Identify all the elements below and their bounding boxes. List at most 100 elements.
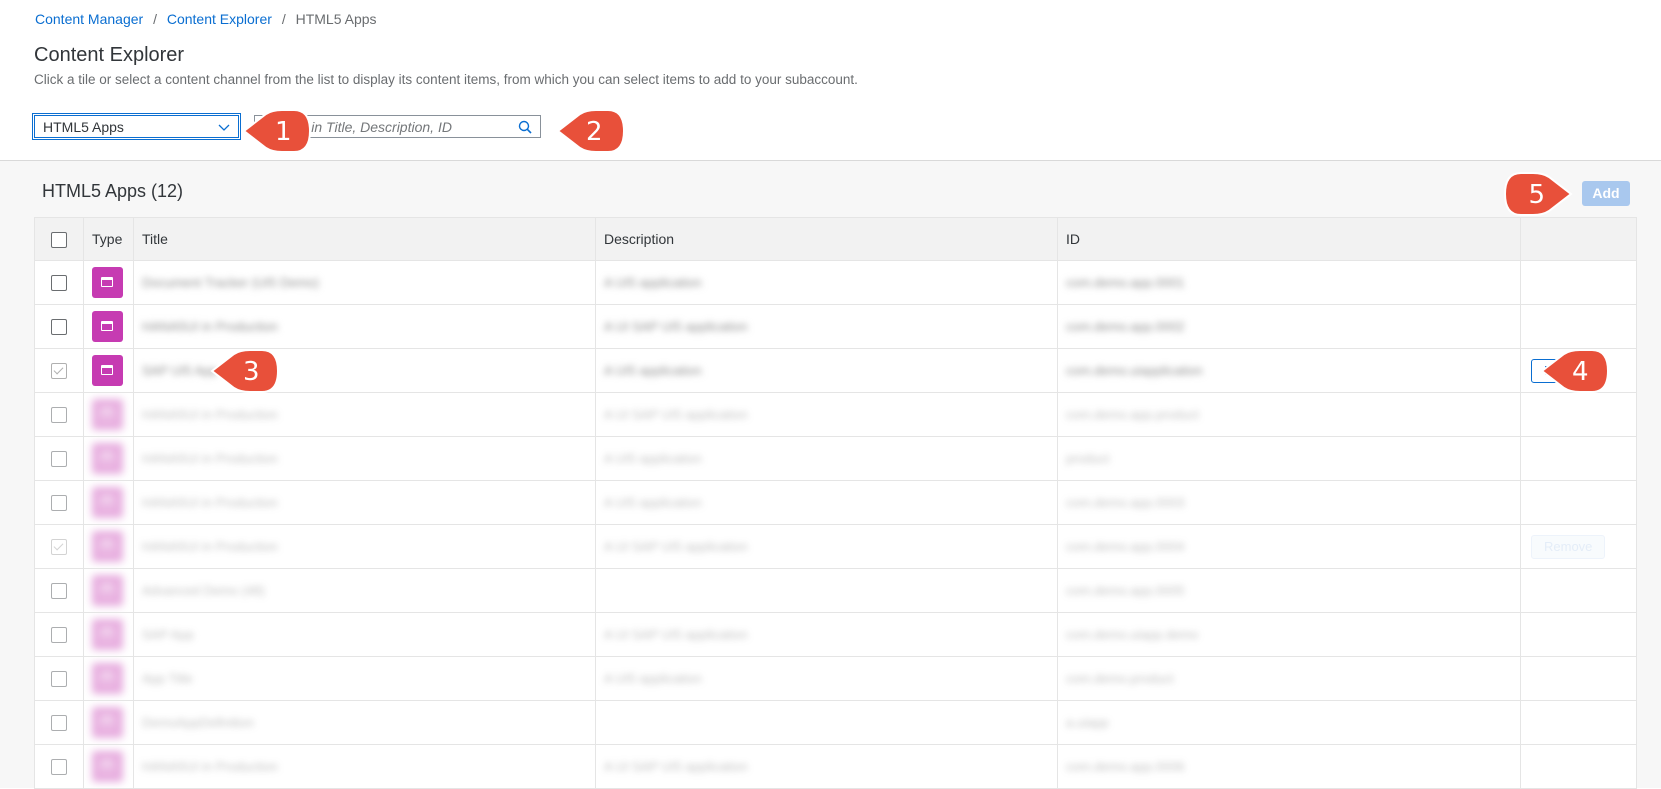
search-icon[interactable] (518, 120, 532, 134)
actions-cell (1520, 656, 1637, 701)
row-checkbox[interactable] (51, 274, 67, 291)
actions-cell (1520, 700, 1637, 745)
table-row[interactable]: App Title A UI5 application com.demo.produ… (34, 656, 1637, 701)
actions-cell (1520, 568, 1637, 613)
description-cell: A UI SAP UI5 application (595, 524, 1058, 569)
row-checkbox[interactable] (51, 362, 67, 379)
row-checkbox[interactable] (51, 758, 67, 775)
actions-cell (1520, 392, 1637, 437)
table-row[interactable]: DemoAppDefinition a.uiapp (34, 700, 1637, 745)
table-row[interactable]: SAP App A UI SAP UI5 application com.demo.… (34, 612, 1637, 657)
description-cell (595, 700, 1058, 745)
apps-table: Type Title Description ID Document Track… (34, 217, 1637, 789)
description-cell: A UI5 application (595, 480, 1058, 525)
title-cell: HANA5UI in Production (133, 304, 596, 349)
description-cell: A UI5 application (595, 656, 1058, 701)
row-checkbox[interactable] (51, 406, 67, 423)
column-header-type: Type (83, 217, 134, 261)
actions-cell (1520, 260, 1637, 305)
type-cell (83, 348, 134, 393)
description-cell: A UI SAP UI5 application (595, 744, 1058, 789)
page-title: Content Explorer (34, 44, 185, 66)
html5-app-icon (92, 399, 123, 430)
row-checkbox[interactable] (51, 670, 67, 687)
id-cell: com.demo.app.0006 (1057, 744, 1521, 789)
row-select-cell (34, 568, 84, 613)
html5-app-icon (92, 355, 123, 386)
column-header-title: Title (133, 217, 596, 261)
callout-number: 5 (1528, 180, 1545, 210)
table-row[interactable]: HANA5UI in Production A UI SAP UI5 applic… (34, 744, 1637, 789)
row-checkbox[interactable] (51, 626, 67, 643)
id-cell: com.demo.app.0004 (1057, 524, 1521, 569)
table-row[interactable]: HANA5UI in Production A UI5 application co… (34, 480, 1637, 525)
type-cell (83, 700, 134, 745)
id-cell: com.demo.app.0001 (1057, 260, 1521, 305)
row-select-cell (34, 436, 84, 481)
actions-cell (1520, 436, 1637, 481)
select-all-checkbox[interactable] (51, 231, 67, 248)
title-cell: App Title (133, 656, 596, 701)
table-header: Type Title Description ID (34, 217, 1637, 261)
row-checkbox[interactable] (51, 538, 67, 555)
row-checkbox[interactable] (51, 714, 67, 731)
title-cell: HANA5UI in Production (133, 480, 596, 525)
table-title: HTML5 Apps (12) (42, 181, 184, 201)
breadcrumb-separator: / (281, 11, 286, 27)
callout-number: 1 (275, 117, 292, 147)
title-cell: HANA5UI in Production (133, 744, 596, 789)
id-cell: product (1057, 436, 1521, 481)
title-cell: SAP App (133, 612, 596, 657)
remove-button[interactable]: Remove (1531, 534, 1606, 559)
callout-5: 5 (1503, 171, 1573, 217)
table-row[interactable]: Advanced Demo (48) com.demo.app.0005 (34, 568, 1637, 613)
id-cell: com.demo.app.0003 (1057, 480, 1521, 525)
html5-app-icon (92, 487, 123, 518)
title-cell: HANA5UI in Production (133, 524, 596, 569)
row-checkbox[interactable] (51, 318, 67, 335)
description-cell: A UI SAP UI5 application (595, 392, 1058, 437)
table-row[interactable]: HANA5UI in Production A UI SAP UI5 applic… (34, 524, 1637, 569)
table-row[interactable]: HANA5UI in Production A UI5 application pr… (34, 436, 1637, 481)
row-select-cell (34, 524, 84, 569)
id-cell: com.demo.app.0005 (1057, 568, 1521, 613)
type-cell (83, 612, 134, 657)
table-row[interactable]: HANA5UI in Production A UI SAP UI5 applic… (34, 304, 1637, 349)
breadcrumb-content-manager[interactable]: Content Manager (35, 11, 143, 27)
row-checkbox[interactable] (51, 450, 67, 467)
row-select-cell (34, 744, 84, 789)
channel-select[interactable]: HTML5 Apps (32, 113, 241, 140)
type-cell (83, 436, 134, 481)
row-checkbox[interactable] (51, 494, 67, 511)
id-cell: com.demo.app.product (1057, 392, 1521, 437)
type-cell (83, 524, 134, 569)
type-cell (83, 656, 134, 701)
html5-app-icon (92, 311, 123, 342)
table-row[interactable]: Document Tracker (UI5 Demo) A UI5 applica… (34, 260, 1637, 305)
breadcrumb-current: HTML5 Apps (295, 11, 377, 27)
column-header-actions (1520, 217, 1637, 261)
title-cell: Advanced Demo (48) (133, 568, 596, 613)
description-cell: A UI SAP UI5 application (595, 612, 1058, 657)
breadcrumb: Content Manager / Content Explorer / HTM… (35, 11, 377, 27)
column-header-id: ID (1057, 217, 1521, 261)
type-cell (83, 392, 134, 437)
title-cell: Document Tracker (UI5 Demo) (133, 260, 596, 305)
id-cell: com.demo.uiapplication (1057, 348, 1521, 393)
type-cell (83, 260, 134, 305)
actions-cell (1520, 480, 1637, 525)
chevron-down-icon (218, 124, 230, 131)
callout-4: 4 (1540, 348, 1610, 394)
row-select-cell (34, 700, 84, 745)
row-checkbox[interactable] (51, 582, 67, 599)
channel-select-value: HTML5 Apps (43, 119, 124, 135)
callout-3: 3 (210, 348, 280, 394)
breadcrumb-content-explorer[interactable]: Content Explorer (167, 11, 272, 27)
table-row[interactable]: HANA5UI in Production A UI SAP UI5 applic… (34, 392, 1637, 437)
description-cell: A UI SAP UI5 application (595, 304, 1058, 349)
title-cell: HANA5UI in Production (133, 436, 596, 481)
row-select-cell (34, 612, 84, 657)
html5-app-icon (92, 267, 123, 298)
add-button[interactable]: Add (1582, 181, 1630, 206)
callout-2: 2 (556, 108, 626, 154)
